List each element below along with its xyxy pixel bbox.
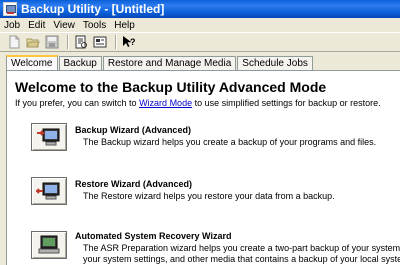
- menu-tools[interactable]: Tools: [79, 20, 110, 31]
- open-icon[interactable]: [25, 34, 41, 50]
- whats-this-help-icon[interactable]: ?: [121, 34, 137, 50]
- menu-bar: Job Edit View Tools Help: [0, 18, 400, 32]
- tab-strip: Welcome Backup Restore and Manage Media …: [6, 55, 314, 71]
- intro-text-after: to use simplified settings for backup or…: [192, 98, 381, 108]
- welcome-panel: Welcome to the Backup Utility Advanced M…: [6, 70, 400, 265]
- restore-wizard-description: The Restore wizard helps you restore you…: [83, 191, 335, 201]
- svg-text:?: ?: [130, 37, 136, 47]
- menu-help[interactable]: Help: [110, 20, 139, 31]
- asr-wizard-button[interactable]: [31, 231, 67, 259]
- asr-wizard-description-line2: your system settings, and other media th…: [83, 254, 400, 264]
- intro-text-before: If you prefer, you can switch to: [15, 98, 140, 108]
- restore-wizard-title[interactable]: Restore Wizard (Advanced): [75, 179, 192, 189]
- asr-wizard-description-line1: The ASR Preparation wizard helps you cre…: [83, 243, 400, 253]
- backup-wizard-description: The Backup wizard helps you create a bac…: [83, 137, 377, 147]
- title-bar[interactable]: Backup Utility - [Untitled]: [0, 0, 400, 18]
- options-icon[interactable]: [92, 34, 108, 50]
- menu-edit[interactable]: Edit: [24, 20, 49, 31]
- toolbar-separator: [67, 35, 69, 49]
- tab-welcome[interactable]: Welcome: [6, 55, 58, 71]
- save-icon[interactable]: [44, 34, 60, 50]
- page-title: Welcome to the Backup Utility Advanced M…: [15, 79, 327, 95]
- tab-restore-and-manage-media[interactable]: Restore and Manage Media: [102, 56, 237, 70]
- toolbar-separator: [115, 35, 117, 49]
- backup-app-icon[interactable]: [3, 2, 17, 16]
- restore-wizard-button[interactable]: [31, 177, 67, 205]
- backup-wizard-icon: [37, 128, 60, 146]
- asr-wizard-title[interactable]: Automated System Recovery Wizard: [75, 231, 231, 241]
- menu-view[interactable]: View: [49, 20, 79, 31]
- intro-text: If you prefer, you can switch to Wizard …: [15, 98, 381, 108]
- wizard-mode-link[interactable]: Wizard Mode: [139, 98, 192, 108]
- asr-wizard-icon: [38, 235, 60, 254]
- tab-schedule-jobs[interactable]: Schedule Jobs: [237, 56, 313, 70]
- toolbar: ?: [0, 32, 400, 52]
- window-title: Backup Utility - [Untitled]: [21, 2, 165, 16]
- backup-wizard-title[interactable]: Backup Wizard (Advanced): [75, 125, 191, 135]
- report-icon[interactable]: [73, 34, 89, 50]
- new-icon[interactable]: [6, 34, 22, 50]
- backup-wizard-button[interactable]: [31, 123, 67, 151]
- tab-backup[interactable]: Backup: [58, 56, 102, 70]
- restore-wizard-icon: [36, 182, 60, 200]
- menu-job[interactable]: Job: [0, 20, 24, 31]
